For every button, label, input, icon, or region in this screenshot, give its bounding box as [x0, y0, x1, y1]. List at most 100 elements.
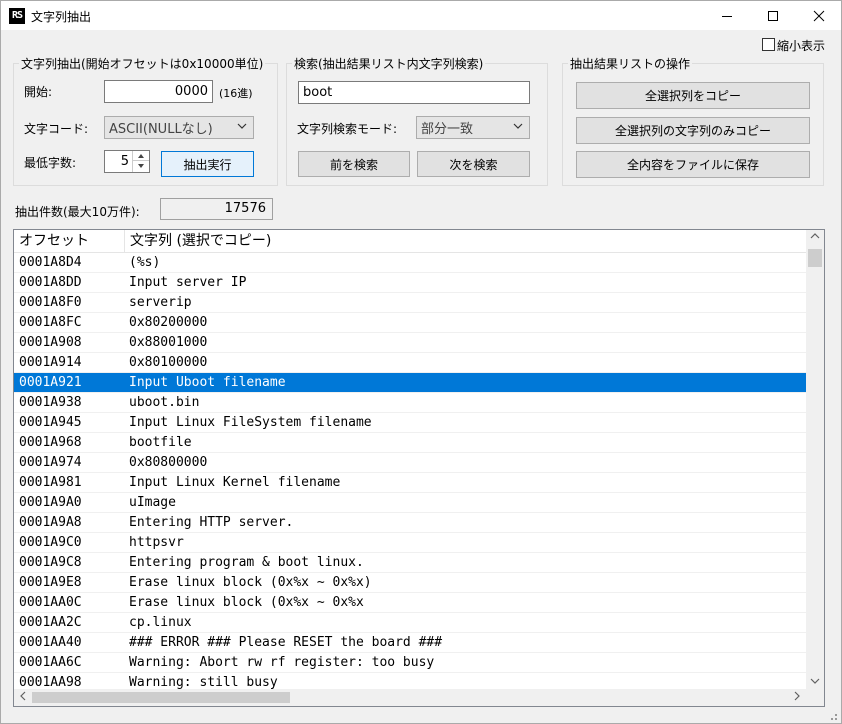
table-row[interactable]: 0001A9A8 Entering HTTP server. [14, 513, 806, 533]
table-row[interactable]: 0001A8D4 (%s) [14, 253, 806, 273]
offset-cell: 0001A974 [19, 455, 82, 470]
string-cell: Input Linux Kernel filename [129, 475, 341, 490]
encoding-select[interactable]: ASCII(NULLなし) [104, 116, 254, 139]
offset-cell: 0001AA0C [19, 595, 82, 610]
table-row[interactable]: 0001AA40 ### ERROR ### Please RESET the b… [14, 633, 806, 653]
offset-cell: 0001AA6C [19, 655, 82, 670]
start-label: 開始: [24, 85, 53, 99]
string-cell: 0x80800000 [129, 455, 208, 470]
minimize-icon[interactable] [704, 1, 750, 31]
copy-selected-button[interactable]: 全選択列をコピー [576, 82, 810, 109]
table-row[interactable]: 0001A914 0x80100000 [14, 353, 806, 373]
offset-cell: 0001A914 [19, 355, 82, 370]
string-cell: Entering HTTP server. [129, 515, 294, 530]
maximize-icon[interactable] [750, 1, 796, 31]
app-icon: RS [9, 8, 25, 24]
table-row[interactable]: 0001A945 Input Linux FileSystem filename [14, 413, 806, 433]
offset-cell: 0001A981 [19, 475, 82, 490]
string-cell: Input server IP [129, 275, 247, 290]
offset-cell: 0001A9E8 [19, 575, 82, 590]
table-row[interactable]: 0001AA0C Erase linux block (0x%x ~ 0x%x [14, 593, 806, 613]
string-cell: httpsvr [129, 535, 184, 550]
string-cell: bootfile [129, 435, 192, 450]
scroll-right-icon[interactable] [788, 691, 806, 704]
offset-cell: 0001A945 [19, 415, 82, 430]
find-prev-button[interactable]: 前を検索 [298, 151, 410, 177]
ops-legend: 抽出結果リストの操作 [568, 55, 693, 72]
spin-down-icon[interactable] [133, 161, 149, 171]
table-row[interactable]: 0001A9A0 uImage [14, 493, 806, 513]
offset-cell: 0001A8FC [19, 315, 82, 330]
offset-cell: 0001A921 [19, 375, 82, 390]
offset-cell: 0001A938 [19, 395, 82, 410]
results-list[interactable]: オフセット 文字列 (選択でコピー) 0001A8D4 (%s) 0001A8DD I… [13, 229, 825, 707]
offset-cell: 0001AA40 [19, 635, 82, 650]
table-row[interactable]: 0001A8DD Input server IP [14, 273, 806, 293]
string-cell: ### ERROR ### Please RESET the board ### [129, 635, 443, 650]
string-cell: 0x88001000 [129, 335, 208, 350]
table-row[interactable]: 0001A9E8 Erase linux block (0x%x ~ 0x%x) [14, 573, 806, 593]
string-cell: Warning: Abort rw rf register: too busy [129, 655, 435, 670]
save-file-button[interactable]: 全内容をファイルに保存 [576, 151, 810, 178]
string-cell: (%s) [129, 255, 161, 270]
close-icon[interactable] [796, 1, 842, 31]
chevron-down-icon [513, 121, 523, 134]
scroll-up-icon[interactable] [806, 232, 824, 243]
search-mode-value: 部分一致 [421, 122, 474, 137]
string-cell: Erase linux block (0x%x ~ 0x%x [129, 595, 364, 610]
string-cell: Entering program & boot linux. [129, 555, 364, 570]
offset-cell: 0001A9C8 [19, 555, 82, 570]
compact-checkbox[interactable] [762, 38, 775, 51]
table-row[interactable]: 0001AA6C Warning: Abort rw rf register: t… [14, 653, 806, 673]
start-unit-label: (16進) [219, 87, 253, 100]
table-row[interactable]: 0001A968 bootfile [14, 433, 806, 453]
table-row[interactable]: 0001A9C8 Entering program & boot linux. [14, 553, 806, 573]
search-input[interactable]: boot [298, 81, 530, 104]
string-cell: 0x80200000 [129, 315, 208, 330]
compact-label: 縮小表示 [777, 39, 826, 53]
string-cell: Input Linux FileSystem filename [129, 415, 372, 430]
chevron-down-icon [237, 121, 247, 134]
table-row[interactable]: 0001A974 0x80800000 [14, 453, 806, 473]
encoding-value: ASCII(NULLなし) [109, 122, 213, 137]
horizontal-scrollbar[interactable] [14, 689, 806, 706]
offset-cell: 0001A968 [19, 435, 82, 450]
copy-strings-button[interactable]: 全選択列の文字列のみコピー [576, 117, 810, 144]
table-row[interactable]: 0001A921 Input Uboot filename [14, 373, 806, 393]
vertical-scroll-thumb[interactable] [808, 249, 822, 267]
find-next-button[interactable]: 次を検索 [417, 151, 530, 177]
column-header-string[interactable]: 文字列 (選択でコピー) [125, 230, 625, 253]
table-row[interactable]: 0001A8F0 serverip [14, 293, 806, 313]
spin-up-icon[interactable] [133, 151, 149, 161]
horizontal-scroll-thumb[interactable] [32, 692, 290, 703]
table-row[interactable]: 0001A938 uboot.bin [14, 393, 806, 413]
search-mode-select[interactable]: 部分一致 [416, 116, 530, 139]
table-row[interactable]: 0001A908 0x88001000 [14, 333, 806, 353]
offset-cell: 0001A908 [19, 335, 82, 350]
start-offset-input[interactable]: 0000 [104, 80, 213, 103]
table-row[interactable]: 0001A8FC 0x80200000 [14, 313, 806, 333]
list-rows: 0001A8D4 (%s) 0001A8DD Input server IP 0001A… [14, 253, 806, 693]
scroll-down-icon[interactable] [806, 677, 824, 688]
string-cell: cp.linux [129, 615, 192, 630]
offset-cell: 0001A9C0 [19, 535, 82, 550]
offset-cell: 0001A8DD [19, 275, 82, 290]
list-header: オフセット 文字列 (選択でコピー) [14, 230, 806, 253]
table-row[interactable]: 0001AA2C cp.linux [14, 613, 806, 633]
string-cell: Input Uboot filename [129, 375, 286, 390]
offset-cell: 0001AA2C [19, 615, 82, 630]
offset-cell: 0001A8D4 [19, 255, 82, 270]
minlen-spinner[interactable] [132, 151, 149, 172]
column-header-offset[interactable]: オフセット [14, 230, 124, 253]
string-cell: serverip [129, 295, 192, 310]
run-extract-button[interactable]: 抽出実行 [161, 151, 254, 177]
count-value: 17576 [160, 198, 273, 220]
table-row[interactable]: 0001A9C0 httpsvr [14, 533, 806, 553]
search-mode-label: 文字列検索モード: [297, 122, 398, 136]
table-row[interactable]: 0001A981 Input Linux Kernel filename [14, 473, 806, 493]
string-cell: uboot.bin [129, 395, 200, 410]
resize-grip-icon[interactable] [826, 709, 838, 721]
vertical-scrollbar[interactable] [806, 230, 824, 690]
title-bar: RS 文字列抽出 [0, 0, 842, 30]
scroll-left-icon[interactable] [14, 691, 32, 704]
